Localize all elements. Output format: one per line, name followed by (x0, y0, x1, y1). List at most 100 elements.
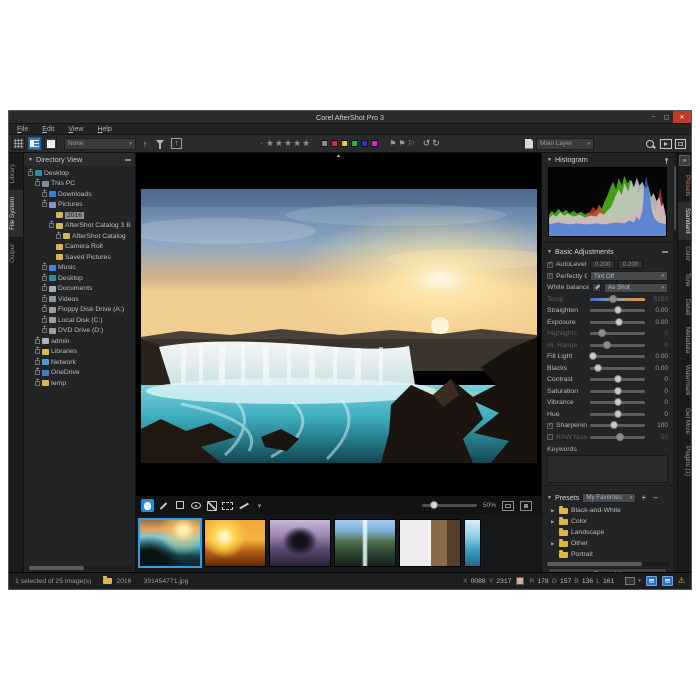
title-bar[interactable]: Corel AfterShot Pro 3 – ▢ ✕ (9, 111, 691, 124)
tree-item[interactable]: temp (24, 378, 135, 389)
single-view-button[interactable] (44, 137, 57, 150)
right-panel-tab[interactable]: Metadata (678, 321, 691, 359)
tree-expander-icon[interactable] (41, 296, 48, 303)
left-panel-tab[interactable]: File System (9, 190, 23, 237)
tree-expander-icon[interactable] (41, 201, 48, 208)
tree-expander-icon[interactable] (41, 285, 48, 292)
adjustment-slider-track[interactable] (590, 298, 645, 301)
color-label-swatch[interactable] (371, 140, 378, 147)
tree-item[interactable]: Desktop (24, 273, 135, 284)
menu-item[interactable]: Help (92, 126, 120, 133)
minimize-button[interactable]: – (647, 111, 660, 123)
adjustment-slider-handle[interactable] (609, 295, 617, 303)
tree-item[interactable]: Pictures (24, 200, 135, 211)
right-panel-tab[interactable]: Detail (678, 293, 691, 321)
tree-item[interactable]: AfterShot Catalog 3 B (24, 221, 135, 232)
right-panel-tab[interactable]: Standard (678, 202, 691, 240)
filmstrip-thumbnail[interactable] (139, 519, 201, 567)
remove-preset-button[interactable]: – (651, 493, 660, 502)
close-button[interactable]: ✕ (673, 111, 691, 123)
star-icon[interactable]: ★ (293, 139, 301, 148)
preset-folder-item[interactable]: Landscape (542, 527, 673, 538)
adjustment-slider-track[interactable] (590, 344, 645, 347)
scrollbar-thumb[interactable] (674, 166, 676, 230)
tree-item[interactable]: Camera Roll (24, 242, 135, 253)
menu-item[interactable]: View (63, 126, 92, 133)
directory-hscrollbar[interactable] (24, 564, 135, 572)
adjustment-slider-track[interactable] (590, 390, 645, 393)
tree-item[interactable]: Local Disk (C:) (24, 315, 135, 326)
adjustment-slider-handle[interactable] (614, 306, 622, 314)
adjustment-slider-track[interactable] (590, 436, 645, 439)
tree-expander-icon[interactable] (34, 180, 41, 187)
right-panel-tab[interactable]: Get More (678, 402, 691, 440)
tree-expander-icon[interactable] (27, 170, 34, 177)
thumbnail-view-button[interactable] (12, 137, 25, 150)
adjustment-slider-track[interactable] (590, 424, 645, 427)
tree-item[interactable]: OneDrive (24, 368, 135, 379)
adjustment-checkbox[interactable] (547, 434, 553, 440)
panel-vscrollbar[interactable] (673, 153, 677, 572)
tree-expander-icon[interactable] (41, 275, 48, 282)
filmstrip-thumbnail[interactable] (204, 519, 266, 567)
add-preset-button[interactable]: + (639, 493, 648, 502)
color-label-swatch[interactable] (331, 140, 338, 147)
adjustment-slider-handle[interactable] (615, 318, 623, 326)
filmstrip-thumbnail[interactable] (334, 519, 396, 567)
filmstrip-thumbnail[interactable] (399, 519, 461, 567)
adjustment-slider-handle[interactable] (614, 387, 622, 395)
chevron-down-icon[interactable]: ▾ (638, 578, 641, 584)
color-label-swatch[interactable] (321, 140, 328, 147)
basic-adjustments-header[interactable]: ▼ Basic Adjustments (542, 245, 673, 258)
flag-icon[interactable]: ⚑ (389, 139, 396, 148)
viewer-tool-button[interactable] (173, 499, 186, 512)
split-view-button[interactable] (28, 137, 41, 150)
scrollbar-thumb[interactable] (29, 566, 84, 570)
right-panel-tab[interactable]: Color (678, 240, 691, 267)
adjustment-slider-handle[interactable] (614, 410, 622, 418)
left-panel-tab[interactable]: Output (9, 237, 23, 270)
tree-item[interactable]: This PC (24, 179, 135, 190)
filter-button[interactable] (154, 137, 166, 150)
adjustment-slider-handle[interactable] (614, 375, 622, 383)
tree-item[interactable]: DVD Drive (D:) (24, 326, 135, 337)
tree-expander-icon[interactable] (41, 191, 48, 198)
expand-arrow-icon[interactable] (551, 541, 556, 547)
maximize-button[interactable]: ▢ (660, 111, 673, 123)
tree-expander-icon[interactable] (41, 264, 48, 271)
adjustment-slider-track[interactable] (590, 309, 645, 312)
viewer-tool-button[interactable] (141, 499, 154, 512)
star-icon[interactable]: ★ (284, 139, 292, 148)
tree-expander-icon[interactable] (41, 317, 48, 324)
flag-icon[interactable]: ⚑ (398, 139, 405, 148)
preset-folder-item[interactable]: Other (542, 538, 673, 549)
reset-all-button[interactable]: Reset All (548, 568, 667, 572)
right-panel-tab[interactable]: Watermark (678, 359, 691, 402)
flag-icon[interactable]: ⚐ (408, 139, 415, 148)
tree-item[interactable]: 2016 (24, 210, 135, 221)
fullscreen-icon[interactable] (675, 139, 686, 149)
histogram-pin-icon[interactable] (665, 158, 668, 161)
tree-item[interactable]: Desktop (24, 168, 135, 179)
fit-to-screen-icon[interactable] (502, 501, 514, 511)
tree-expander-icon[interactable] (41, 306, 48, 313)
adjustment-slider-track[interactable] (590, 401, 645, 404)
image-viewer[interactable] (136, 153, 541, 495)
preset-folder-item[interactable]: Black-and-White (542, 505, 673, 516)
tree-expander-icon[interactable] (41, 327, 48, 334)
adjustment-slider-track[interactable] (590, 321, 645, 324)
rating-clear-dot[interactable]: · (260, 139, 263, 148)
sort-direction-button[interactable] (139, 137, 151, 150)
tree-expander-icon[interactable] (34, 369, 41, 376)
scrollbar-track[interactable] (545, 562, 670, 566)
scrollbar-track[interactable] (27, 566, 132, 570)
warning-icon[interactable]: ⚠ (678, 576, 685, 586)
adjustment-slider-track[interactable] (590, 413, 645, 416)
autolevel-high-value[interactable]: 0.200 (618, 260, 643, 269)
search-icon[interactable] (646, 140, 654, 148)
color-label-swatch[interactable] (351, 140, 358, 147)
main-photo[interactable] (141, 189, 537, 463)
adjustment-slider-track[interactable] (590, 332, 645, 335)
tree-expander-icon[interactable] (34, 338, 41, 345)
tree-item[interactable]: admin (24, 336, 135, 347)
